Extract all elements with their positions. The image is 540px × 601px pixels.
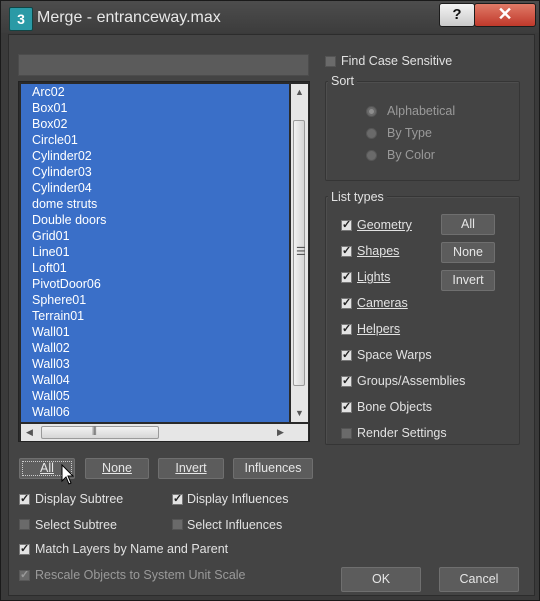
types-none-button[interactable]: None: [441, 242, 495, 263]
helpers-label: Helpers: [357, 322, 401, 336]
merge-dialog: 3 Merge - entranceway.max ? ✕ Arc02 Box01…: [0, 0, 540, 601]
grip-icon: ⦀: [92, 426, 97, 438]
render-settings-label: Render Settings: [357, 426, 447, 440]
helpers-checkbox[interactable]: ✓: [341, 324, 352, 335]
ok-button[interactable]: OK: [341, 567, 421, 592]
list-types-group-label: List types: [328, 190, 387, 204]
list-item[interactable]: Loft01: [21, 260, 289, 276]
list-item[interactable]: Wall02: [21, 340, 289, 356]
list-item[interactable]: Grid01: [21, 228, 289, 244]
scroll-left-icon[interactable]: ◀: [21, 427, 38, 438]
geometry-label: Geometry: [357, 218, 412, 232]
sort-group-label: Sort: [328, 74, 357, 88]
title-bar[interactable]: 3 Merge - entranceway.max ? ✕: [1, 1, 539, 33]
display-subtree-label: Display Subtree: [35, 492, 124, 506]
select-subtree-label: Select Subtree: [35, 518, 117, 532]
list-item[interactable]: Cylinder02: [21, 148, 289, 164]
rescale-objects-label: Rescale Objects to System Unit Scale: [35, 568, 246, 582]
list-item[interactable]: Cylinder04: [21, 180, 289, 196]
vertical-scroll-thumb[interactable]: ☰: [293, 120, 306, 386]
horizontal-scrollbar[interactable]: ◀ ⦀ ▶: [21, 424, 291, 441]
invert-selection-button[interactable]: Invert: [158, 458, 224, 479]
groups-assemblies-checkbox[interactable]: ✓: [341, 376, 352, 387]
cancel-button[interactable]: Cancel: [439, 567, 519, 592]
cameras-label: Cameras: [357, 296, 408, 310]
list-item[interactable]: Box02: [21, 116, 289, 132]
lights-label: Lights: [357, 270, 391, 284]
list-item[interactable]: Arc02: [21, 84, 289, 100]
list-item[interactable]: Line01: [21, 244, 289, 260]
close-button[interactable]: ✕: [474, 3, 536, 27]
display-influences-checkbox[interactable]: ✓: [172, 494, 183, 505]
geometry-checkbox[interactable]: ✓: [341, 220, 352, 231]
sort-alphabetical-label: Alphabetical: [387, 104, 456, 118]
types-invert-button[interactable]: Invert: [441, 270, 495, 291]
list-item[interactable]: Box01: [21, 100, 289, 116]
object-list-items[interactable]: Arc02 Box01 Box02 Circle01 Cylinder02 Cylinde…: [21, 84, 289, 422]
grip-icon: ☰: [296, 246, 306, 258]
shapes-label: Shapes: [357, 244, 400, 258]
list-item[interactable]: Terrain01: [21, 308, 289, 324]
sort-by-color-radio: [366, 150, 377, 161]
select-subtree-checkbox[interactable]: [19, 519, 30, 530]
lights-checkbox[interactable]: ✓: [341, 272, 352, 283]
list-item[interactable]: Circle01: [21, 132, 289, 148]
list-item[interactable]: Wall01: [21, 324, 289, 340]
list-item[interactable]: Wall03: [21, 356, 289, 372]
select-influences-checkbox[interactable]: [172, 519, 183, 530]
list-item[interactable]: Wall05: [21, 388, 289, 404]
match-layers-checkbox[interactable]: ✓: [19, 544, 30, 555]
mouse-cursor-icon: [61, 464, 75, 485]
groups-assemblies-label: Groups/Assemblies: [357, 374, 466, 388]
select-none-button[interactable]: None: [85, 458, 149, 479]
scrollbar-corner: [291, 424, 308, 441]
list-item[interactable]: dome struts: [21, 196, 289, 212]
scroll-up-icon[interactable]: ▲: [291, 87, 308, 97]
bone-objects-label: Bone Objects: [357, 400, 433, 414]
render-settings-checkbox[interactable]: [341, 428, 352, 439]
shapes-checkbox[interactable]: ✓: [341, 246, 352, 257]
list-item[interactable]: Wall06: [21, 404, 289, 420]
app-logo-icon: 3: [9, 7, 33, 31]
match-layers-label: Match Layers by Name and Parent: [35, 542, 229, 556]
object-filter-input[interactable]: [18, 54, 309, 76]
rescale-objects-checkbox: ✓: [19, 569, 30, 581]
list-item[interactable]: Double doors: [21, 212, 289, 228]
help-button[interactable]: ?: [439, 3, 475, 27]
sort-by-type-label: By Type: [387, 126, 432, 140]
list-item[interactable]: Sphere01: [21, 292, 289, 308]
list-item[interactable]: Cylinder03: [21, 164, 289, 180]
list-item[interactable]: PivotDoor06: [21, 276, 289, 292]
object-list[interactable]: Arc02 Box01 Box02 Circle01 Cylinder02 Cylinde…: [18, 81, 310, 442]
space-warps-label: Space Warps: [357, 348, 432, 362]
vertical-scrollbar[interactable]: ▲ ☰ ▼: [291, 84, 308, 422]
influences-button[interactable]: Influences: [233, 458, 313, 479]
find-case-sensitive-checkbox[interactable]: [325, 56, 336, 67]
list-item[interactable]: Wall04: [21, 372, 289, 388]
sort-by-color-label: By Color: [387, 148, 435, 162]
bone-objects-checkbox[interactable]: ✓: [341, 402, 352, 413]
find-case-sensitive-label: Find Case Sensitive: [341, 54, 453, 68]
cameras-checkbox[interactable]: ✓: [341, 298, 352, 309]
sort-by-type-radio: [366, 128, 377, 139]
space-warps-checkbox[interactable]: ✓: [341, 350, 352, 361]
types-all-button[interactable]: All: [441, 214, 495, 235]
horizontal-scroll-thumb[interactable]: ⦀: [41, 426, 159, 439]
scroll-down-icon[interactable]: ▼: [291, 408, 308, 418]
sort-alphabetical-radio: [366, 106, 377, 117]
display-subtree-checkbox[interactable]: ✓: [19, 494, 30, 505]
scroll-right-icon[interactable]: ▶: [272, 427, 289, 438]
select-influences-label: Select Influences: [187, 518, 283, 532]
window-title: Merge - entranceway.max: [37, 9, 221, 26]
display-influences-label: Display Influences: [187, 492, 289, 506]
